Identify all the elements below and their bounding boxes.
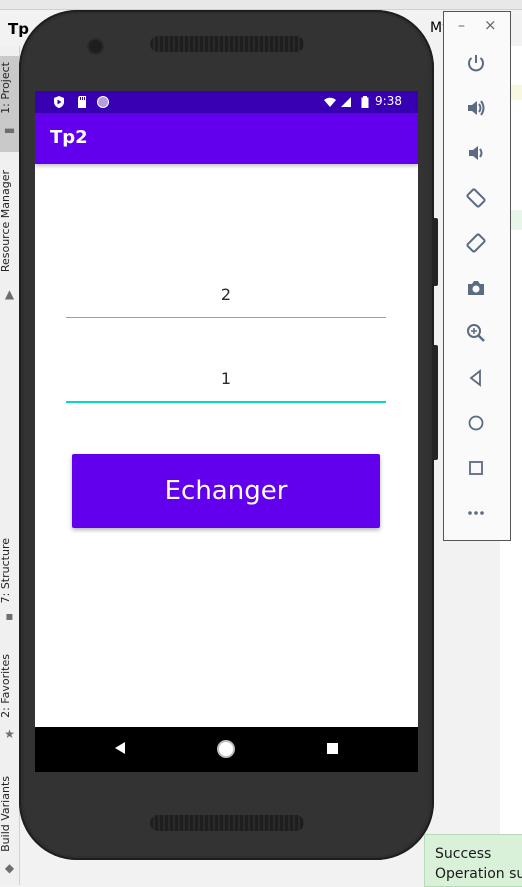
number-field-2[interactable]: 1 [66,361,386,403]
power-side-button[interactable] [432,218,438,286]
notification-toast[interactable]: Success Operation suc [424,834,522,887]
bottom-speaker [150,815,304,831]
power-icon[interactable] [463,50,489,76]
volume-up-icon[interactable] [463,95,489,121]
ide-menu-strip [0,0,522,10]
toast-title: Success [435,846,492,862]
structure-icon: ▪ [5,609,14,623]
swap-button[interactable]: Echanger [72,454,380,528]
sync-icon [97,96,109,108]
tab-favorites[interactable]: 2: Favorites [0,654,19,718]
android-icon: ◆ [4,861,15,875]
star-icon: ★ [4,727,15,741]
shapes-icon: ▲ [4,287,15,301]
tab-structure[interactable]: 7: Structure [0,538,19,603]
app-title: Tp2 [50,127,88,148]
wifi-icon [324,97,336,107]
back-icon[interactable] [463,365,489,391]
number-field-1-value: 2 [220,285,232,304]
minimize-button[interactable]: – [458,18,465,34]
nav-back-icon[interactable] [115,742,125,754]
rotate-left-icon[interactable] [463,185,489,211]
play-protect-icon [54,96,64,108]
tab-project[interactable]: 1: Project [0,62,19,114]
sd-card-icon [78,96,86,108]
top-speaker [150,36,304,52]
volume-side-button[interactable] [432,345,438,460]
toast-message: Operation suc [435,866,522,882]
home-icon[interactable] [463,410,489,436]
tab-resource-manager[interactable]: Resource Manager [0,170,19,272]
navigation-bar [35,727,418,772]
app-bar: Tp2 [35,113,418,164]
rotate-right-icon[interactable] [463,230,489,256]
close-button[interactable]: × [484,16,497,34]
emulator-toolbar: – × [443,11,511,541]
zoom-icon[interactable] [463,320,489,346]
status-bar: 9:38 [35,91,418,113]
number-field-2-value: 1 [220,369,232,388]
volume-down-icon[interactable] [463,140,489,166]
status-time: 9:38 [375,94,402,108]
nav-recents-icon[interactable] [327,743,338,754]
device-screen: 9:38 Tp2 2 1 Echanger [35,91,418,772]
project-title: Tp [8,20,29,38]
camera-icon[interactable] [463,275,489,301]
tab-build-variants[interactable]: Build Variants [0,776,19,852]
nav-home-icon[interactable] [217,740,235,758]
front-camera [89,40,102,53]
signal-icon [341,97,351,107]
battery-icon [361,96,369,108]
more-icon[interactable] [463,500,489,526]
overview-icon[interactable] [463,455,489,481]
folder-icon: ▬ [3,123,16,137]
number-field-1[interactable]: 2 [66,277,386,318]
